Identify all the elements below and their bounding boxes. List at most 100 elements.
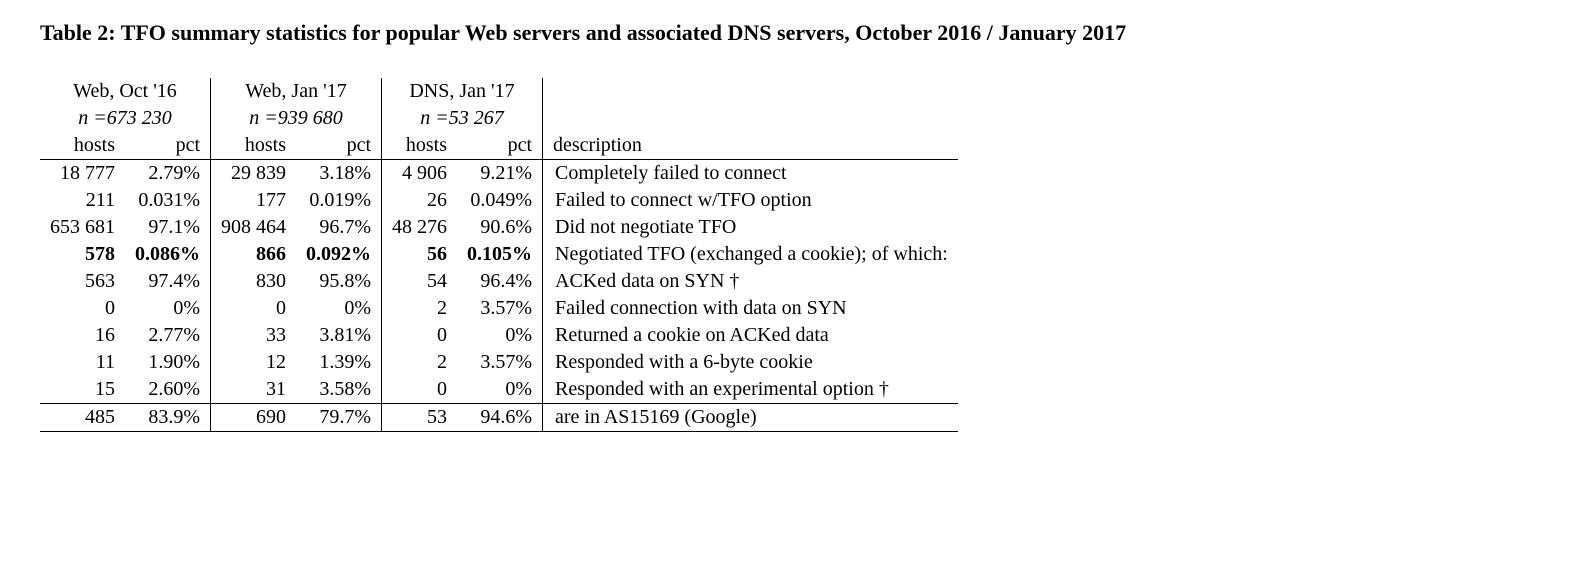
hosts-cell: 866 [211,241,297,268]
group-n-0: n =673 230 [40,105,211,132]
hosts-cell: 578 [40,241,125,268]
pct-cell: 79.7% [296,404,382,432]
column-label-row: hosts pct hosts pct hosts pct descriptio… [40,132,958,160]
group-label-row: Web, Oct '16 Web, Jan '17 DNS, Jan '17 [40,78,958,105]
pct-cell: 94.6% [457,404,543,432]
hosts-cell: 0 [382,376,458,404]
pct-cell: 2.77% [125,322,211,349]
hosts-cell: 56 [382,241,458,268]
col-hosts-1: hosts [211,132,297,160]
pct-cell: 97.4% [125,268,211,295]
pct-cell: 90.6% [457,214,543,241]
hosts-cell: 830 [211,268,297,295]
hosts-cell: 31 [211,376,297,404]
hosts-cell: 485 [40,404,125,432]
pct-cell: 9.21% [457,160,543,188]
pct-cell: 2.60% [125,376,211,404]
pct-cell: 3.18% [296,160,382,188]
hosts-cell: 690 [211,404,297,432]
col-hosts-0: hosts [40,132,125,160]
pct-cell: 1.90% [125,349,211,376]
hosts-cell: 0 [382,322,458,349]
pct-cell: 0.019% [296,187,382,214]
table-row: 48583.9%69079.7%5394.6%are in AS15169 (G… [40,404,958,432]
pct-cell: 83.9% [125,404,211,432]
hosts-cell: 177 [211,187,297,214]
description-cell: Negotiated TFO (exchanged a cookie); of … [543,241,958,268]
group-n-row: n =673 230 n =939 680 n =53 267 [40,105,958,132]
description-cell: Did not negotiate TFO [543,214,958,241]
group-n-2: n =53 267 [382,105,543,132]
pct-cell: 0% [457,322,543,349]
table-row: 2110.031%1770.019%260.049%Failed to conn… [40,187,958,214]
table-row: 00%00%23.57%Failed connection with data … [40,295,958,322]
description-cell: Responded with an experimental option † [543,376,958,404]
hosts-cell: 653 681 [40,214,125,241]
hosts-cell: 11 [40,349,125,376]
col-pct-1: pct [296,132,382,160]
table-row: 111.90%121.39%23.57%Responded with a 6-b… [40,349,958,376]
table-row: 653 68197.1%908 46496.7%48 27690.6%Did n… [40,214,958,241]
hosts-cell: 33 [211,322,297,349]
description-cell: Failed to connect w/TFO option [543,187,958,214]
col-hosts-2: hosts [382,132,458,160]
hosts-cell: 0 [40,295,125,322]
hosts-cell: 18 777 [40,160,125,188]
description-cell: are in AS15169 (Google) [543,404,958,432]
pct-cell: 97.1% [125,214,211,241]
col-pct-0: pct [125,132,211,160]
pct-cell: 95.8% [296,268,382,295]
pct-cell: 0.086% [125,241,211,268]
hosts-cell: 908 464 [211,214,297,241]
description-cell: Returned a cookie on ACKed data [543,322,958,349]
table-body: 18 7772.79%29 8393.18%4 9069.21%Complete… [40,160,958,432]
pct-cell: 3.81% [296,322,382,349]
pct-cell: 0.105% [457,241,543,268]
table-row: 152.60%313.58%00%Responded with an exper… [40,376,958,404]
pct-cell: 0.031% [125,187,211,214]
description-cell: Failed connection with data on SYN [543,295,958,322]
table-row: 162.77%333.81%00%Returned a cookie on AC… [40,322,958,349]
pct-cell: 3.57% [457,295,543,322]
hosts-cell: 2 [382,295,458,322]
hosts-cell: 2 [382,349,458,376]
group-header-1: Web, Jan '17 [211,78,382,105]
group-n-1: n =939 680 [211,105,382,132]
description-cell: Completely failed to connect [543,160,958,188]
pct-cell: 0% [457,376,543,404]
pct-cell: 3.57% [457,349,543,376]
hosts-cell: 12 [211,349,297,376]
data-table: Web, Oct '16 Web, Jan '17 DNS, Jan '17 n… [40,78,958,432]
hosts-cell: 563 [40,268,125,295]
pct-cell: 0.092% [296,241,382,268]
hosts-cell: 54 [382,268,458,295]
pct-cell: 0.049% [457,187,543,214]
pct-cell: 0% [125,295,211,322]
table-caption: Table 2: TFO summary statistics for popu… [40,20,1542,46]
group-header-0: Web, Oct '16 [40,78,211,105]
pct-cell: 3.58% [296,376,382,404]
pct-cell: 96.7% [296,214,382,241]
pct-cell: 0% [296,295,382,322]
hosts-cell: 16 [40,322,125,349]
description-cell: Responded with a 6-byte cookie [543,349,958,376]
hosts-cell: 29 839 [211,160,297,188]
pct-cell: 96.4% [457,268,543,295]
group-n-desc [543,105,958,132]
pct-cell: 2.79% [125,160,211,188]
hosts-cell: 26 [382,187,458,214]
table-row: 56397.4%83095.8%5496.4%ACKed data on SYN… [40,268,958,295]
col-desc: description [543,132,958,160]
pct-cell: 1.39% [296,349,382,376]
hosts-cell: 48 276 [382,214,458,241]
hosts-cell: 4 906 [382,160,458,188]
col-pct-2: pct [457,132,543,160]
group-header-2: DNS, Jan '17 [382,78,543,105]
table-row: 18 7772.79%29 8393.18%4 9069.21%Complete… [40,160,958,188]
table-header: Web, Oct '16 Web, Jan '17 DNS, Jan '17 n… [40,78,958,160]
hosts-cell: 0 [211,295,297,322]
hosts-cell: 15 [40,376,125,404]
description-cell: ACKed data on SYN † [543,268,958,295]
group-header-desc [543,78,958,105]
table-row: 5780.086%8660.092%560.105%Negotiated TFO… [40,241,958,268]
